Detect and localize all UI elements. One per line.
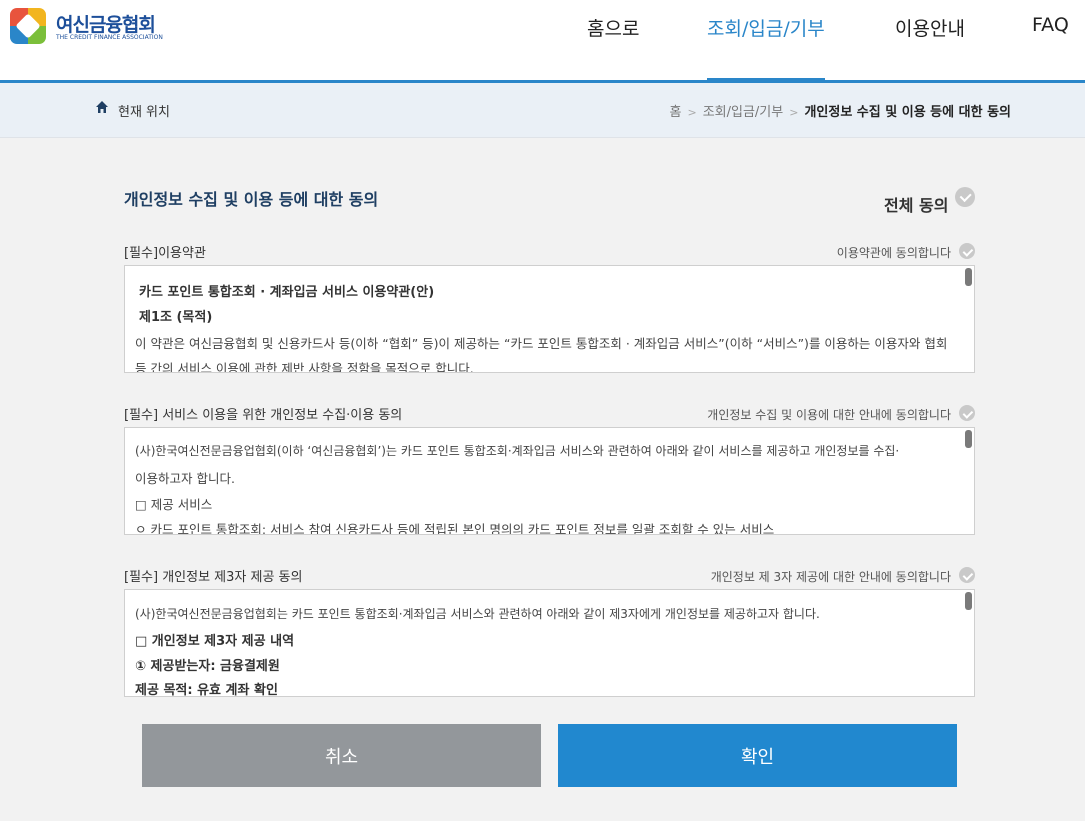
all-agree-checkbox[interactable] [955,187,975,207]
privacy-collect-agree-checkbox[interactable] [959,405,975,421]
logo-title: 여신금융협회 [56,14,156,36]
scrollbar-thumb[interactable] [965,430,972,448]
section-third-party-title: [필수] 개인정보 제3자 제공 동의 [124,570,303,585]
terms-line: 제1조 (목적) [139,310,213,325]
breadcrumb: 현재 위치 홈 > 조회/입금/기부 > 개인정보 수집 및 이용 등에 대한 동의 [0,83,1085,138]
page-title: 개인정보 수집 및 이용 등에 대한 동의 [124,190,379,209]
terms-content-box[interactable]: 카드 포인트 통합조회 · 계좌입금 서비스 이용약관(안) 제1조 (목적) … [124,265,975,373]
section-terms-agree-label[interactable]: 이용약관에 동의합니다 [837,244,951,261]
scrollbar-thumb[interactable] [965,592,972,610]
section-privacy-collect-title: [필수] 서비스 이용을 위한 개인정보 수집·이용 동의 [124,408,403,423]
third-party-line: (사)한국여신전문금융업협회는 카드 포인트 통합조회·계좌입금 서비스와 관련… [135,607,820,621]
privacy-collect-line: (사)한국여신전문금융업협회(이하 ‘여신금융협회’)는 카드 포인트 통합조회… [135,444,900,458]
privacy-collect-line: 이용하고자 합니다. [135,471,235,486]
nav-inquiry-deposit-donation[interactable]: 조회/입금/기부 [707,14,825,41]
section-privacy-collect-agree-label[interactable]: 개인정보 수집 및 이용에 대한 안내에 동의합니다 [707,406,951,423]
terms-line: 이 약관은 여신금융협회 및 신용카드사 등(이하 “협회” 등)이 제공하는 … [135,336,948,351]
terms-line: 카드 포인트 통합조회 · 계좌입금 서비스 이용약관(안) [139,285,435,300]
privacy-collect-line: ㅇ 카드 포인트 통합조회: 서비스 참여 신용카드사 등에 적립된 본인 명의… [135,522,775,535]
third-party-line: 제공 목적: 유효 계좌 확인 [135,683,278,697]
logo-subtitle: THE CREDIT FINANCE ASSOCIATION [56,34,163,41]
confirm-button[interactable]: 확인 [558,724,957,787]
terms-agree-checkbox[interactable] [959,243,975,259]
breadcrumb-current: 개인정보 수집 및 이용 등에 대한 동의 [804,105,1011,120]
section-third-party-agree-label[interactable]: 개인정보 제 3자 제공에 대한 안내에 동의합니다 [711,568,951,585]
chevron-right-icon: > [789,106,799,119]
third-party-line: ① 제공받는자: 금융결제원 [135,659,280,674]
terms-line: 등 간의 서비스 이용에 관한 제반 사항을 정함을 목적으로 합니다. [135,361,474,373]
breadcrumb-trail: 홈 > 조회/입금/기부 > 개인정보 수집 및 이용 등에 대한 동의 [670,101,1012,120]
logo[interactable]: 여신금융협회 THE CREDIT FINANCE ASSOCIATION [10,8,170,46]
nav-guide[interactable]: 이용안내 [895,14,965,41]
breadcrumb-home[interactable]: 홈 [670,105,682,120]
chevron-right-icon: > [687,106,697,119]
privacy-collect-line: □ 제공 서비스 [135,497,213,512]
current-location-label: 현재 위치 [118,105,170,120]
section-terms-title: [필수]이용약관 [124,246,206,261]
scrollbar-thumb[interactable] [965,268,972,286]
cancel-button[interactable]: 취소 [142,724,541,787]
breadcrumb-inquiry[interactable]: 조회/입금/기부 [703,105,784,120]
privacy-collect-content-box[interactable]: (사)한국여신전문금융업협회(이하 ‘여신금융협회’)는 카드 포인트 통합조회… [124,427,975,535]
nav-home[interactable]: 홈으로 [587,14,639,41]
third-party-line: □ 개인정보 제3자 제공 내역 [135,634,295,649]
nav-faq[interactable]: FAQ [1032,14,1069,36]
logo-icon [10,8,46,44]
third-party-agree-checkbox[interactable] [959,567,975,583]
site-header: 여신금융협회 THE CREDIT FINANCE ASSOCIATION 홈으… [0,0,1085,80]
home-icon [96,101,108,113]
all-agree-label[interactable]: 전체 동의 [884,192,948,216]
third-party-content-box[interactable]: (사)한국여신전문금융업협회는 카드 포인트 통합조회·계좌입금 서비스와 관련… [124,589,975,697]
